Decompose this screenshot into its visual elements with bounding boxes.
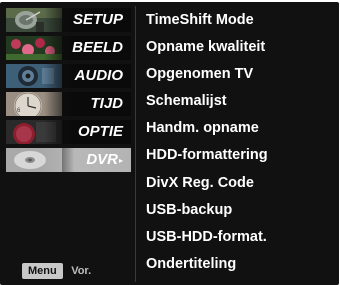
dvr-menu-screen: SETUP BEELD AUDIO 6 TIJD OPTIE DVR▸ Time… [0, 2, 339, 285]
sidebar-item-optie[interactable]: OPTIE [6, 120, 131, 144]
footer-previous-label: Vor. [71, 264, 92, 277]
sidebar-item-beeld[interactable]: BEELD [6, 36, 131, 60]
main-menu-sidebar: SETUP BEELD AUDIO 6 TIJD OPTIE DVR▸ [6, 8, 131, 176]
option-ondertiteling[interactable]: Ondertiteling [146, 252, 336, 276]
option-divx-reg-code[interactable]: DivX Reg. Code [146, 171, 336, 195]
sidebar-item-tijd[interactable]: 6 TIJD [6, 92, 131, 116]
option-schemalijst[interactable]: Schemalijst [146, 89, 336, 113]
sidebar-item-label: BEELD [72, 39, 123, 56]
option-opgenomen-tv[interactable]: Opgenomen TV [146, 62, 336, 86]
option-handm-opname[interactable]: Handm. opname [146, 116, 336, 140]
dvr-options-list: TimeShift Mode Opname kwaliteit Opgenome… [146, 8, 336, 279]
sidebar-item-label: SETUP [72, 11, 123, 28]
option-usb-backup[interactable]: USB-backup [146, 198, 336, 222]
option-usb-hdd-format[interactable]: USB-HDD-format. [146, 225, 336, 249]
sidebar-item-label: AUDIO [74, 67, 123, 84]
option-timeshift-mode[interactable]: TimeShift Mode [146, 8, 336, 32]
sidebar-item-setup[interactable]: SETUP [6, 8, 131, 32]
sidebar-item-dvr[interactable]: DVR▸ [6, 148, 131, 172]
sidebar-item-label: TIJD [90, 95, 123, 112]
chevron-right-icon: ▸ [118, 156, 123, 165]
option-opname-kwaliteit[interactable]: Opname kwaliteit [146, 35, 336, 59]
sidebar-item-audio[interactable]: AUDIO [6, 64, 131, 88]
menu-divider [135, 6, 136, 282]
sidebar-item-label: OPTIE [77, 123, 123, 140]
sidebar-item-label: DVR [86, 151, 118, 168]
menu-key-badge[interactable]: Menu [22, 262, 63, 279]
footer-hint: Menu Vor. [22, 262, 91, 280]
option-hdd-formattering[interactable]: HDD-formattering [146, 143, 336, 167]
